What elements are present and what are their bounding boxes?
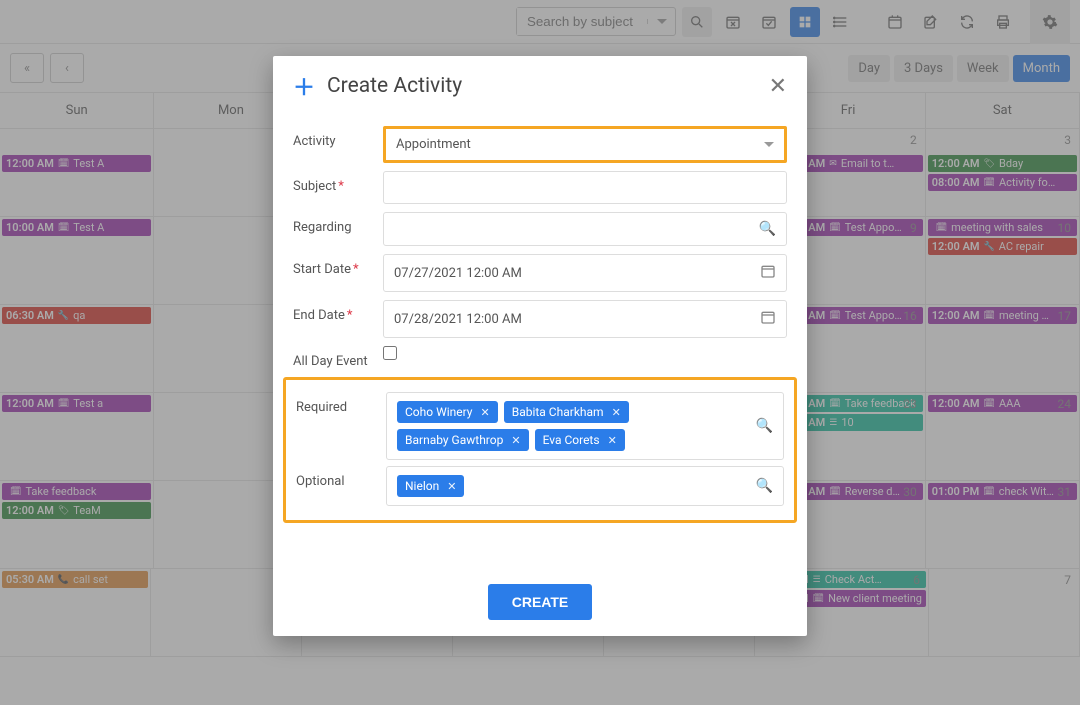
required-label: Required (296, 392, 376, 415)
plus-icon: ＋ (293, 70, 315, 102)
regarding-lookup[interactable]: 🔍 (383, 212, 787, 246)
enddate-label: End Date* (293, 300, 373, 323)
attendees-highlight: Required Coho Winery✕ Babita Charkham✕ Bar… (283, 377, 797, 523)
create-activity-modal: ＋ Create Activity ✕ Activity Appointment… (273, 56, 807, 636)
attendee-tag[interactable]: Eva Corets✕ (535, 429, 625, 451)
remove-tag-icon[interactable]: ✕ (481, 406, 490, 419)
optional-label: Optional (296, 466, 376, 489)
create-button[interactable]: CREATE (488, 584, 593, 620)
remove-tag-icon[interactable]: ✕ (447, 480, 456, 493)
activity-select[interactable]: Appointment (386, 129, 784, 160)
search-icon: 🔍 (756, 418, 773, 434)
attendee-tag[interactable]: Nielon✕ (397, 475, 464, 497)
allday-label: All Day Event (293, 346, 373, 369)
regarding-label: Regarding (293, 212, 373, 235)
subject-input[interactable] (383, 171, 787, 204)
chevron-down-icon (764, 142, 774, 147)
startdate-input[interactable]: 07/27/2021 12:00 AM (383, 254, 787, 292)
close-icon[interactable]: ✕ (769, 74, 787, 99)
startdate-label: Start Date* (293, 254, 373, 277)
attendee-tag[interactable]: Barnaby Gawthrop✕ (397, 429, 529, 451)
attendee-tag[interactable]: Babita Charkham✕ (504, 401, 629, 423)
remove-tag-icon[interactable]: ✕ (608, 434, 617, 447)
enddate-input[interactable]: 07/28/2021 12:00 AM (383, 300, 787, 338)
activity-value: Appointment (396, 137, 471, 152)
allday-checkbox[interactable] (383, 346, 397, 360)
subject-label: Subject* (293, 171, 373, 194)
calendar-icon (760, 263, 776, 283)
search-icon: 🔍 (756, 478, 773, 494)
modal-title: Create Activity (327, 74, 462, 98)
required-input[interactable]: Coho Winery✕ Babita Charkham✕ Barnaby Gawt… (386, 392, 784, 460)
remove-tag-icon[interactable]: ✕ (612, 406, 621, 419)
calendar-icon (760, 309, 776, 329)
remove-tag-icon[interactable]: ✕ (511, 434, 520, 447)
modal-overlay[interactable]: ＋ Create Activity ✕ Activity Appointment… (0, 0, 1080, 705)
search-icon: 🔍 (759, 221, 776, 237)
attendee-tag[interactable]: Coho Winery✕ (397, 401, 498, 423)
activity-select-highlight: Appointment (383, 126, 787, 163)
activity-label: Activity (293, 126, 373, 149)
optional-input[interactable]: Nielon✕ 🔍 (386, 466, 784, 506)
